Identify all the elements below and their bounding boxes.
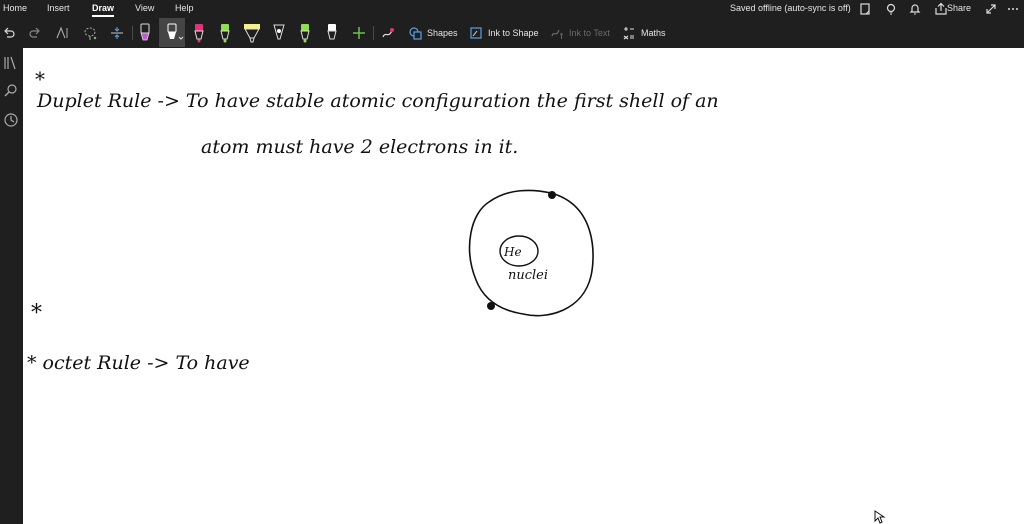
pen-icon [194,24,204,43]
bullet-star: * [35,67,45,91]
pen-icon [300,24,310,43]
share-icon[interactable] [934,2,948,16]
plus-icon [353,27,365,39]
ink-layer: * Duplet Rule -> To have stable atomic c… [27,67,719,374]
menu-draw[interactable]: Draw [92,3,115,17]
add-space-button[interactable] [109,23,125,43]
pen-icon [167,23,184,40]
pen-icon [140,23,150,41]
pen-icon [220,24,230,43]
add-space-icon [111,27,123,39]
type-select-icon [56,26,68,39]
more-options-icon[interactable] [1006,2,1020,16]
ink-to-shape-icon [470,27,482,39]
maths-label: Maths [641,28,666,38]
undo-button[interactable] [2,23,16,43]
pen-1[interactable] [138,23,152,43]
recent-icon[interactable] [2,111,20,129]
pen-icon [327,24,337,40]
ink-replay-button[interactable] [380,23,396,43]
toolbar-divider [373,26,374,40]
undo-icon [4,27,15,38]
pen-6[interactable] [298,23,312,43]
pen-3[interactable] [192,23,206,43]
expand-icon[interactable] [984,2,998,16]
share-button[interactable]: Share [947,3,971,13]
top-menu-bar: Home Insert Draw View Help Saved offline… [0,0,1024,18]
bullet-star-2: * [31,301,42,326]
navigation-sidebar [0,48,23,524]
menu-insert[interactable]: Insert [47,3,70,13]
shapes-icon [409,27,422,40]
nucleus-symbol: He [503,245,522,259]
notes-icon[interactable] [858,2,872,16]
draw-toolbar: Shapes Ink to Shape Ink to Text Maths [0,18,1024,49]
toolbar-divider [132,26,133,40]
notebooks-icon[interactable] [2,54,20,72]
pen-icon [273,24,285,40]
duplet-rule-line: Duplet Rule -> To have stable atomic con… [36,90,719,112]
sync-status: Saved offline (auto-sync is off) [730,3,851,13]
menu-help[interactable]: Help [175,3,194,13]
bell-icon[interactable] [908,2,922,16]
ink-to-shape-label: Ink to Shape [488,28,539,38]
redo-icon [29,27,40,38]
ink-replay-icon [382,28,394,38]
maths-button[interactable]: Maths [622,23,666,43]
pen-5[interactable] [272,23,286,43]
electron-1 [548,191,556,199]
shapes-button[interactable]: Shapes [408,23,458,43]
menu-home[interactable]: Home [3,3,27,13]
ink-to-text-button[interactable]: Ink to Text [550,23,610,43]
nucleus-label: nuclei [508,268,548,283]
mouse-cursor-icon [874,510,886,524]
pen-4[interactable] [218,23,232,43]
octet-rule-line: * octet Rule -> To have [27,352,250,374]
ink-to-text-label: Ink to Text [569,28,610,38]
shapes-label: Shapes [427,28,458,38]
pen-7[interactable] [325,23,339,43]
lasso-icon [84,27,97,40]
note-canvas[interactable]: * Duplet Rule -> To have stable atomic c… [23,48,1024,524]
maths-icon [623,27,634,40]
highlighter-icon [244,24,260,43]
lasso-select-button[interactable] [82,23,98,43]
electron-2 [487,302,495,310]
redo-button[interactable] [28,23,42,43]
duplet-rule-line-2: atom must have 2 electrons in it. [201,136,518,158]
search-icon[interactable] [2,82,20,100]
pen-2-selected[interactable] [165,23,185,43]
add-pen-button[interactable] [352,23,366,43]
type-select-button[interactable] [55,23,71,43]
menu-view[interactable]: View [135,3,154,13]
ink-to-text-icon [551,29,563,39]
lightbulb-icon[interactable] [884,2,898,16]
electron-shell [468,189,594,317]
highlighter-1[interactable] [242,23,262,43]
ink-to-shape-button[interactable]: Ink to Shape [469,23,539,43]
